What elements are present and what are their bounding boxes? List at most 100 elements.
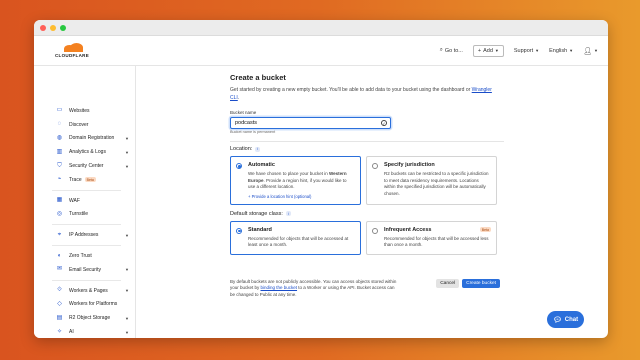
option-description: We have chosen to place your bucket in W… <box>248 171 347 189</box>
sidebar-item-email-security[interactable]: ✉ Email Security ▼ <box>34 263 135 277</box>
info-icon[interactable]: i <box>255 146 261 152</box>
sidebar-item-label: Websites <box>69 107 90 114</box>
sidebar-item-label: WAF <box>69 197 80 204</box>
divider <box>230 141 504 142</box>
radio-unselected-icon[interactable] <box>372 227 378 234</box>
chart-icon: ▥ <box>56 148 63 155</box>
storage-class-section-label: Default storage class: i <box>230 210 291 217</box>
chevron-down-icon[interactable]: ▼ <box>125 288 129 293</box>
location-hint-link[interactable]: + Provide a location hint (optional) <box>248 194 355 199</box>
goto-button[interactable]: ⌕ Go to... <box>440 47 463 54</box>
chevron-down-icon[interactable]: ▼ <box>125 233 129 238</box>
chat-label: Chat <box>564 316 579 323</box>
sidebar-item-ai[interactable]: ✧ AI ▼ <box>34 325 135 338</box>
chevron-down-icon[interactable]: ▼ <box>125 267 129 272</box>
close-window-button[interactable] <box>40 24 46 31</box>
radio-unselected-icon[interactable] <box>372 163 378 169</box>
sidebar-item-analytics-logs[interactable]: ▥ Analytics & Logs ▼ <box>34 145 135 159</box>
sidebar-item-label: Email Security <box>69 266 101 273</box>
cloud-logo-icon <box>61 43 83 52</box>
beta-badge: Beta <box>84 177 96 183</box>
goto-label: Go to... <box>444 47 463 54</box>
chevron-down-icon[interactable]: ▼ <box>125 330 129 335</box>
logo-text: CLOUDFLARE <box>55 53 89 58</box>
sidebar-item-ip-addresses[interactable]: ⌖ IP Addresses ▼ <box>34 228 135 242</box>
browser-icon: ▭ <box>56 107 63 114</box>
beta-badge: Beta <box>479 227 491 232</box>
browser-window: CLOUDFLARE ⌕ Go to... + Add ▼ Support ▼ … <box>34 20 608 338</box>
option-description: Recommended for objects that will be acc… <box>384 235 489 248</box>
sidebar-item-discover[interactable]: ◌ Discover <box>34 118 135 132</box>
page-title: Create a bucket <box>230 73 286 82</box>
user-icon: 👤︎ <box>583 47 593 55</box>
chevron-down-icon[interactable]: ▼ <box>125 136 129 141</box>
globe-icon: ◍ <box>56 134 63 141</box>
location-jurisdiction-option[interactable]: Specify jurisdiction R2 buckets can be r… <box>366 156 497 205</box>
location-automatic-option[interactable]: Automatic We have chosen to place your b… <box>230 156 361 205</box>
sidebar-item-label: Trace <box>69 176 82 183</box>
access-notice: By default buckets are not publicly acce… <box>230 278 397 298</box>
sidebar-divider <box>52 279 121 281</box>
chevron-down-icon: ▼ <box>535 48 540 53</box>
minimize-window-button[interactable] <box>50 24 56 31</box>
binding-bucket-link[interactable]: binding the bucket <box>261 285 298 290</box>
language-label: English <box>549 47 568 54</box>
cancel-button[interactable]: Cancel <box>436 278 460 288</box>
check-icon: ✓ <box>381 120 387 126</box>
support-menu[interactable]: Support ▼ <box>514 48 539 54</box>
sidebar-item-turnstile[interactable]: ◎ Turnstile <box>34 208 135 222</box>
radio-selected-icon[interactable] <box>236 227 242 234</box>
chevron-down-icon[interactable]: ▼ <box>125 150 129 155</box>
workers-icon: ⟐ <box>57 287 62 294</box>
sidebar-item-label: Analytics & Logs <box>69 149 106 156</box>
sidebar-item-domain-registration[interactable]: ◍ Domain Registration ▼ <box>34 132 135 146</box>
bucket-name-label: Bucket name <box>230 110 257 115</box>
chevron-down-icon[interactable]: ▼ <box>125 316 129 321</box>
info-icon[interactable]: i <box>285 211 291 216</box>
sidebar-item-label: R2 Object Storage <box>69 315 111 322</box>
sidebar-item-label: Zero Trust <box>69 253 92 260</box>
sidebar-item-workers-for-platforms[interactable]: ◇ Workers for Platforms <box>34 298 135 312</box>
sidebar-item-label: Security Center <box>69 163 104 170</box>
sidebar-item-trace[interactable]: ⌁ Trace Beta <box>34 173 135 187</box>
turnstile-icon: ◎ <box>56 210 63 217</box>
chevron-down-icon[interactable]: ▼ <box>125 164 129 169</box>
support-label: Support <box>513 47 534 54</box>
sidebar-item-waf[interactable]: ▦ WAF <box>34 194 135 208</box>
form-footer: By default buckets are not publicly acce… <box>230 278 500 299</box>
create-bucket-form: Create a bucket Get started by creating … <box>136 66 608 338</box>
option-title: Infrequent Access Beta <box>384 226 491 233</box>
sidebar-item-label: IP Addresses <box>69 232 99 239</box>
add-button[interactable]: + Add ▼ <box>472 44 504 57</box>
location-icon: ⌖ <box>57 231 62 238</box>
sidebar-item-label: Turnstile <box>69 211 88 218</box>
sidebar-item-label: Workers for Platforms <box>69 301 118 308</box>
option-title: Automatic <box>248 162 275 168</box>
sidebar-item-workers-pages[interactable]: ⟐ Workers & Pages ▼ <box>34 284 135 298</box>
cloudflare-logo[interactable]: CLOUDFLARE <box>50 43 94 58</box>
language-menu[interactable]: English ▼ <box>549 48 573 54</box>
location-section-label: Location: i <box>230 146 261 152</box>
storage-infrequent-option[interactable]: Infrequent Access Beta Recommended for o… <box>366 220 497 255</box>
sidebar-item-security-center[interactable]: ⛉ Security Center ▼ <box>34 159 135 173</box>
account-menu[interactable]: 👤︎ ▼ <box>583 47 598 55</box>
storage-icon: ▤ <box>56 314 63 321</box>
chat-button[interactable]: 💬︎ Chat <box>547 311 584 328</box>
zero-trust-icon: ◐ <box>57 252 62 259</box>
platforms-icon: ◇ <box>57 300 62 307</box>
sidebar-item-zero-trust[interactable]: ◐ Zero Trust <box>34 249 135 263</box>
mail-icon: ✉ <box>56 266 63 273</box>
sidebar-item-r2-object-storage[interactable]: ▤ R2 Object Storage ▼ <box>34 311 135 325</box>
storage-standard-option[interactable]: Standard Recommended for objects that wi… <box>230 220 361 255</box>
top-navigation: CLOUDFLARE ⌕ Go to... + Add ▼ Support ▼ … <box>34 36 608 66</box>
storage-class-options: Standard Recommended for objects that wi… <box>230 220 608 255</box>
maximize-window-button[interactable] <box>60 24 66 31</box>
radio-selected-icon[interactable] <box>236 163 242 169</box>
plus-icon: + <box>477 47 482 54</box>
sidebar-item-label: Workers & Pages <box>69 287 108 294</box>
create-bucket-button[interactable]: Create bucket <box>462 278 500 288</box>
bucket-name-input[interactable]: podcasts ✓ <box>230 117 391 129</box>
firewall-icon: ▦ <box>56 197 63 204</box>
shield-icon: ⛉ <box>57 162 62 169</box>
sidebar-item-websites[interactable]: ▭ Websites <box>34 104 135 118</box>
